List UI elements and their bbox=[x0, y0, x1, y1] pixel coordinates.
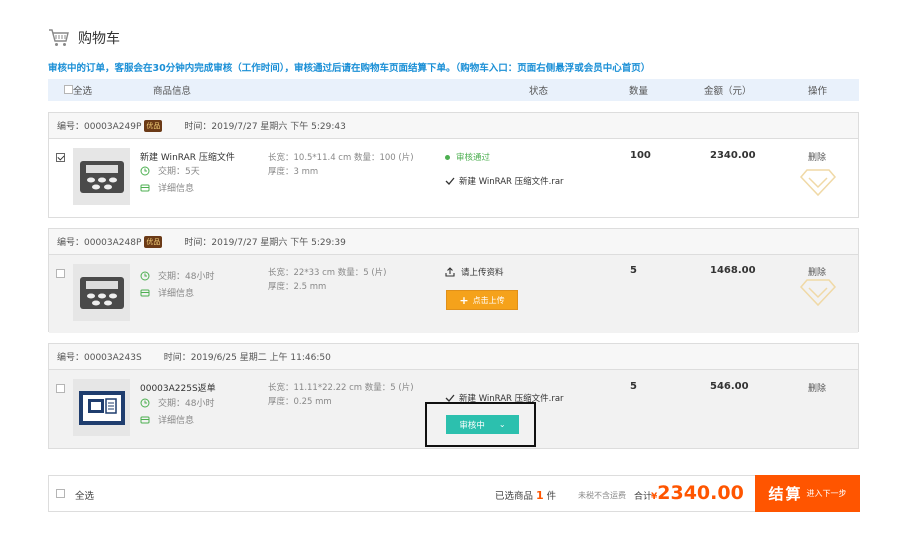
product-name: 00003A225S返单 bbox=[140, 384, 216, 394]
uploaded-file[interactable]: 新建 WinRAR 压缩文件.rar bbox=[445, 175, 564, 187]
order-id: 编号：00003A243S bbox=[57, 353, 142, 363]
status-dot-icon bbox=[445, 154, 450, 160]
clock-icon bbox=[140, 398, 150, 407]
total-label: 合计 bbox=[634, 492, 653, 502]
quantity-value: 5 bbox=[630, 381, 637, 392]
product-name: 新建 WinRAR 压缩文件 bbox=[140, 153, 235, 163]
footer-select-all-label: 全选 bbox=[75, 491, 95, 502]
card-icon bbox=[140, 289, 150, 296]
order-body: 交期：48小时 详细信息 长宽：22*33 cm 数量：5 (片) 厚度：2.5… bbox=[49, 255, 858, 333]
highlight-box bbox=[425, 402, 536, 447]
quality-seal-icon bbox=[799, 279, 837, 307]
footer-select-all-checkbox[interactable] bbox=[56, 489, 65, 498]
checkmark-icon bbox=[445, 177, 455, 185]
card-icon bbox=[140, 184, 150, 191]
page-header: 购物车 bbox=[48, 26, 120, 50]
keypad-device-icon bbox=[79, 276, 124, 309]
panel-board-icon bbox=[78, 390, 125, 425]
details-label: 详细信息 bbox=[158, 184, 195, 194]
order-item: 编号：00003A248P 优品 时间：2019/7/27 星期六 下午 5:2… bbox=[48, 228, 859, 333]
order-checkbox[interactable] bbox=[56, 384, 65, 393]
tax-note: 未税不含运费 bbox=[578, 491, 626, 500]
cart-icon bbox=[49, 29, 69, 46]
quantity-value: 5 bbox=[630, 265, 637, 276]
header-action: 操作 bbox=[808, 86, 828, 97]
keypad-device-icon bbox=[79, 160, 124, 193]
quality-seal-icon bbox=[799, 169, 837, 197]
order-header: 编号：00003A249P 优品 时间：2019/7/27 星期六 下午 5:2… bbox=[49, 113, 858, 139]
selected-count: 已选商品 1 件 bbox=[495, 489, 557, 502]
delivery-info: 交期：48小时 bbox=[140, 269, 214, 282]
status-approved: 审核通过 bbox=[445, 151, 490, 163]
amount-value: 546.00 bbox=[710, 381, 749, 392]
delivery-info: 交期：5天 bbox=[140, 164, 200, 177]
quality-badge: 优品 bbox=[144, 235, 163, 248]
page-title: 购物车 bbox=[78, 31, 120, 47]
total-amount: ¥2340.00 bbox=[651, 482, 744, 504]
product-thumbnail[interactable] bbox=[73, 379, 130, 436]
checkmark-icon bbox=[445, 394, 455, 402]
upload-icon bbox=[445, 267, 455, 277]
details-link[interactable]: 详细信息 bbox=[140, 286, 194, 299]
delivery-time: 交期：48小时 bbox=[158, 272, 215, 282]
order-header: 编号：00003A248P 优品 时间：2019/7/27 星期六 下午 5:2… bbox=[49, 229, 858, 255]
product-thumbnail[interactable] bbox=[73, 148, 130, 205]
header-status: 状态 bbox=[529, 86, 549, 97]
review-notice: 审核中的订单，客服会在30分钟内完成审核（工作时间），审核通过后请在购物车页面结… bbox=[48, 63, 651, 74]
order-checkbox[interactable] bbox=[56, 153, 65, 162]
spec-size: 长宽：10.5*11.4 cm 数量：100 (片) bbox=[268, 153, 414, 163]
details-label: 详细信息 bbox=[158, 289, 195, 299]
cart-table-header: 全选 商品信息 状态 数量 金额（元） 操作 bbox=[48, 79, 859, 101]
order-time: 时间：2019/7/27 星期六 下午 5:29:39 bbox=[184, 238, 346, 248]
select-all-checkbox[interactable] bbox=[64, 85, 73, 94]
upload-button[interactable]: + 点击上传 bbox=[446, 290, 518, 310]
order-checkbox[interactable] bbox=[56, 269, 65, 278]
order-id: 编号：00003A249P bbox=[57, 122, 142, 132]
order-time: 时间：2019/6/25 星期二 上午 11:46:50 bbox=[163, 353, 331, 363]
checkout-bar: 全选 已选商品 1 件 未税不含运费 合计 ¥2340.00 结算 进入下一步 bbox=[48, 475, 860, 512]
card-icon bbox=[140, 416, 150, 423]
delivery-time: 交期：48小时 bbox=[158, 399, 215, 409]
delete-button[interactable]: 删除 bbox=[808, 381, 826, 394]
header-quantity: 数量 bbox=[629, 86, 649, 97]
delivery-info: 交期：48小时 bbox=[140, 396, 214, 409]
spec-thickness: 厚度：0.25 mm bbox=[268, 397, 332, 407]
order-time: 时间：2019/7/27 星期六 下午 5:29:43 bbox=[184, 122, 346, 132]
spec-size: 长宽：22*33 cm 数量：5 (片) bbox=[268, 268, 387, 278]
order-body: 新建 WinRAR 压缩文件 交期：5天 详细信息 长宽：10.5*11.4 c… bbox=[49, 139, 858, 217]
details-label: 详细信息 bbox=[158, 416, 195, 426]
delete-button[interactable]: 删除 bbox=[808, 150, 826, 163]
details-link[interactable]: 详细信息 bbox=[140, 413, 194, 426]
quantity-value: 100 bbox=[630, 150, 651, 161]
details-link[interactable]: 详细信息 bbox=[140, 181, 194, 194]
order-id: 编号：00003A248P bbox=[57, 238, 142, 248]
amount-value: 1468.00 bbox=[710, 265, 756, 276]
delivery-time: 交期：5天 bbox=[158, 167, 200, 177]
spec-thickness: 厚度：3 mm bbox=[268, 167, 319, 177]
product-thumbnail[interactable] bbox=[73, 264, 130, 321]
quality-badge: 优品 bbox=[144, 119, 163, 132]
header-select-all: 全选 bbox=[73, 86, 93, 97]
clock-icon bbox=[140, 271, 150, 280]
header-amount: 金额（元） bbox=[704, 86, 752, 97]
amount-value: 2340.00 bbox=[710, 150, 756, 161]
upload-required-status: 请上传资料 bbox=[445, 266, 504, 278]
order-header: 编号：00003A243S 时间：2019/6/25 星期二 上午 11:46:… bbox=[49, 344, 858, 370]
spec-thickness: 厚度：2.5 mm bbox=[268, 282, 327, 292]
header-product: 商品信息 bbox=[153, 86, 192, 97]
clock-icon bbox=[140, 166, 150, 175]
plus-icon: + bbox=[459, 293, 469, 307]
checkout-button[interactable]: 结算 进入下一步 bbox=[755, 475, 860, 512]
spec-size: 长宽：11.11*22.22 cm 数量：5 (片) bbox=[268, 383, 414, 393]
order-item: 编号：00003A249P 优品 时间：2019/7/27 星期六 下午 5:2… bbox=[48, 112, 859, 218]
